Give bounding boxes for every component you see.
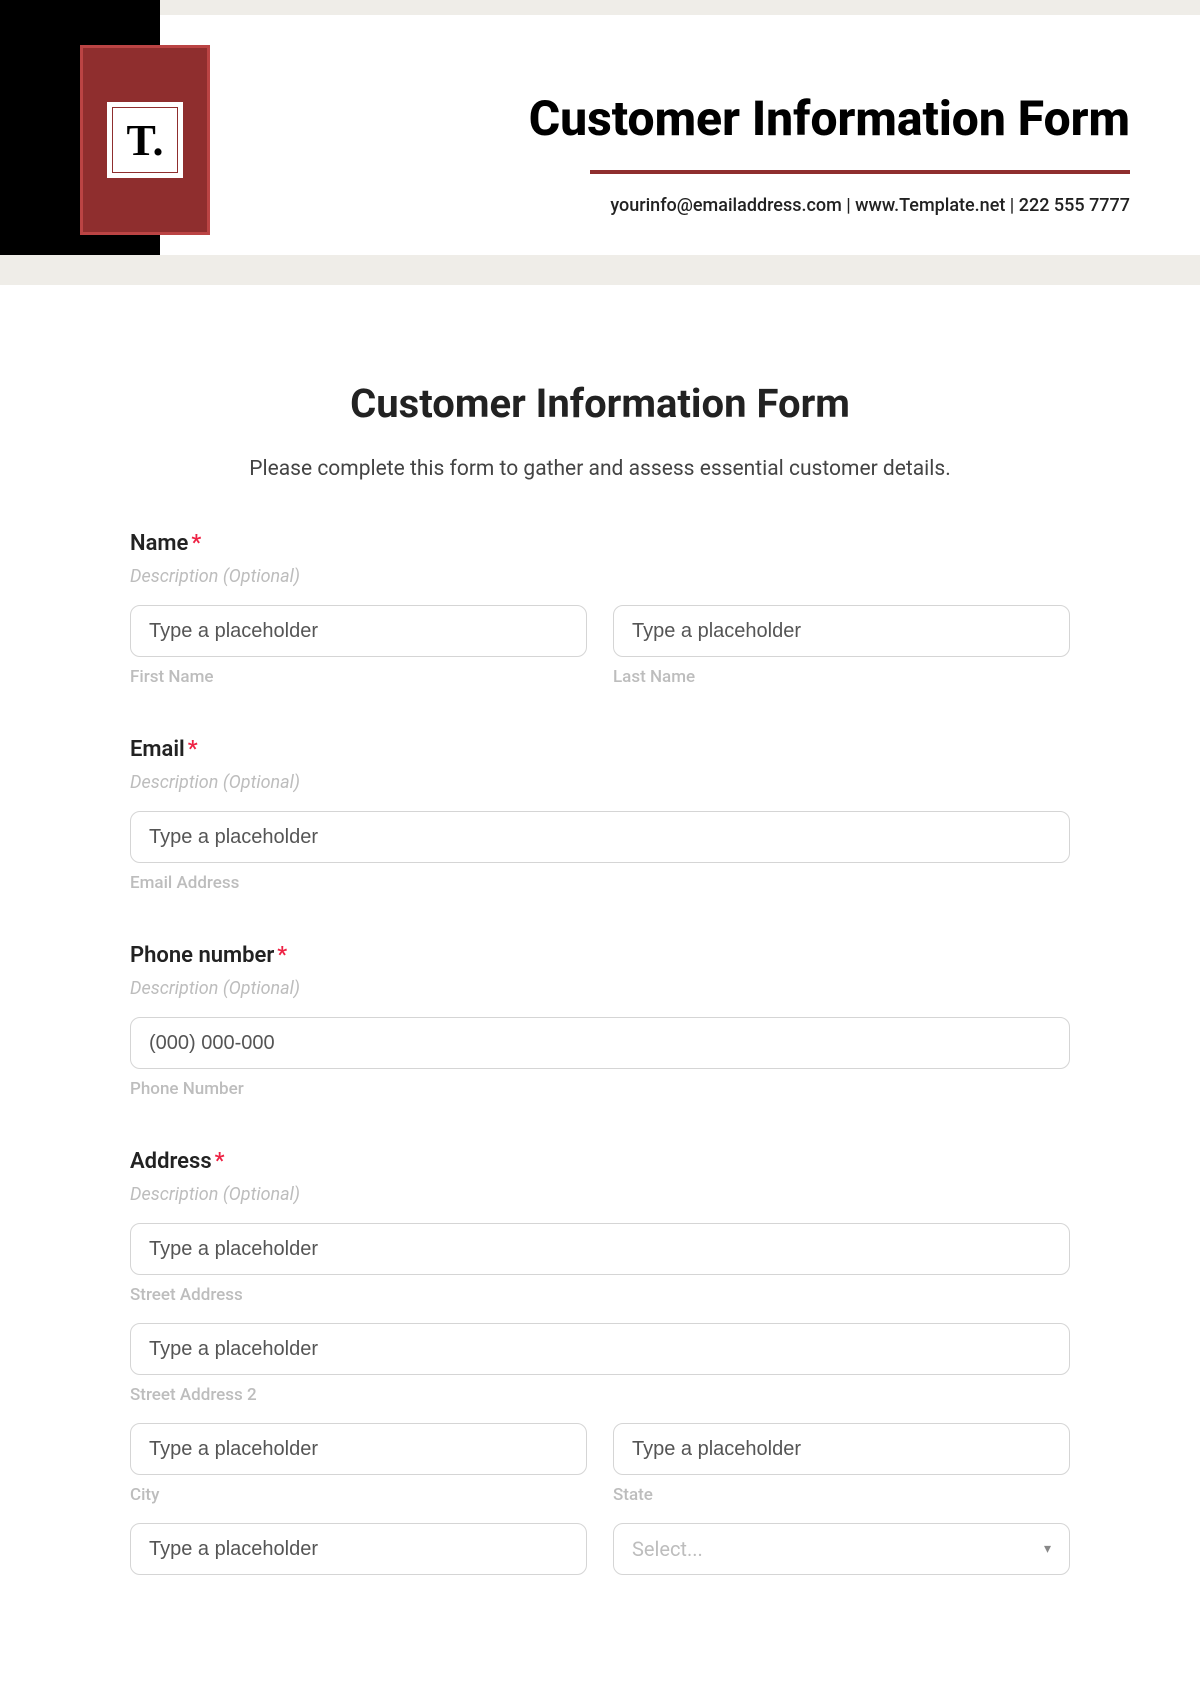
city-sublabel: City (130, 1485, 587, 1505)
field-address-desc: Description (Optional) (130, 1184, 1070, 1205)
street2-input[interactable] (130, 1323, 1070, 1375)
field-name-label: Name* (130, 531, 1070, 556)
label-text: Address (130, 1149, 212, 1174)
field-phone-desc: Description (Optional) (130, 978, 1070, 999)
last-name-input[interactable] (613, 605, 1070, 657)
state-input[interactable] (613, 1423, 1070, 1475)
field-email: Email* Description (Optional) Email Addr… (130, 737, 1070, 893)
logo: T. (80, 45, 210, 235)
field-phone: Phone number* Description (Optional) Pho… (130, 943, 1070, 1099)
logo-inner: T. (105, 100, 185, 180)
field-email-desc: Description (Optional) (130, 772, 1070, 793)
form-body: Customer Information Form Please complet… (0, 280, 1200, 1615)
banner-bottom-strip (0, 255, 1200, 285)
field-email-label: Email* (130, 737, 1070, 762)
last-name-sublabel: Last Name (613, 667, 1070, 687)
form-subtitle: Please complete this form to gather and … (130, 457, 1070, 481)
banner-underline (590, 170, 1130, 174)
banner-title: Customer Information Form (529, 90, 1130, 147)
banner-contact: yourinfo@emailaddress.com | www.Template… (610, 195, 1130, 216)
logo-letter: T. (126, 115, 163, 166)
label-text: Phone number (130, 943, 274, 968)
city-input[interactable] (130, 1423, 587, 1475)
email-sublabel: Email Address (130, 873, 1070, 893)
email-input[interactable] (130, 811, 1070, 863)
street-input[interactable] (130, 1223, 1070, 1275)
first-name-input[interactable] (130, 605, 587, 657)
zip-input[interactable] (130, 1523, 587, 1575)
first-name-sublabel: First Name (130, 667, 587, 687)
required-mark: * (191, 531, 201, 556)
required-mark: * (188, 737, 198, 762)
country-select[interactable]: Select... ▾ (613, 1523, 1070, 1575)
field-phone-label: Phone number* (130, 943, 1070, 968)
page: T. Customer Information Form yourinfo@em… (0, 0, 1200, 1615)
field-address-label: Address* (130, 1149, 1070, 1174)
form-title: Customer Information Form (130, 380, 1070, 427)
street2-sublabel: Street Address 2 (130, 1385, 1070, 1405)
chevron-down-icon: ▾ (1044, 1541, 1051, 1557)
field-address: Address* Description (Optional) Street A… (130, 1149, 1070, 1575)
label-text: Email (130, 737, 185, 762)
phone-input[interactable] (130, 1017, 1070, 1069)
street-sublabel: Street Address (130, 1285, 1070, 1305)
field-name-desc: Description (Optional) (130, 566, 1070, 587)
state-sublabel: State (613, 1485, 1070, 1505)
label-text: Name (130, 531, 188, 556)
phone-sublabel: Phone Number (130, 1079, 1070, 1099)
required-mark: * (215, 1149, 225, 1174)
field-name: Name* Description (Optional) First Name … (130, 531, 1070, 687)
header-banner: T. Customer Information Form yourinfo@em… (0, 0, 1200, 280)
country-select-placeholder: Select... (632, 1537, 703, 1561)
banner-top-strip (0, 0, 1200, 15)
required-mark: * (277, 943, 287, 968)
